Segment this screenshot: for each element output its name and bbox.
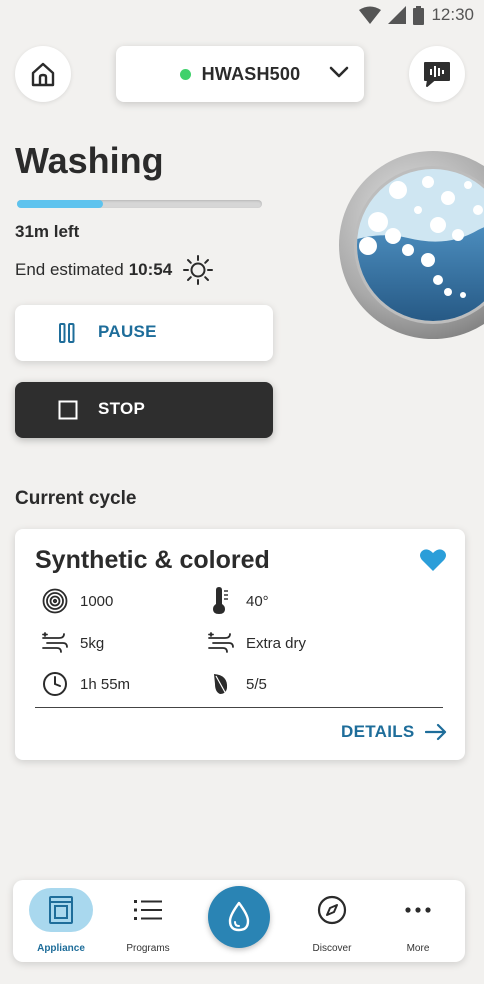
leaf-icon	[207, 670, 235, 698]
arrow-right-icon	[424, 723, 446, 741]
load-param: 5kg	[41, 629, 104, 657]
dry-level-value: Extra dry	[246, 634, 307, 652]
duration-value: 1h 55m	[80, 675, 131, 693]
app-screen: 12:30 HWASH500 Washing 31m left End esti…	[0, 0, 484, 984]
voice-assistant-button[interactable]	[409, 46, 465, 102]
clock-icon	[41, 670, 69, 698]
nav-discover-icon-wrap	[300, 888, 364, 932]
wifi-icon	[359, 6, 382, 24]
eco-rating-value: 5/5	[246, 675, 267, 693]
bottom-nav: Appliance Programs Discover More	[13, 880, 465, 962]
spin-speed-param: 1000	[41, 587, 113, 615]
nav-appliance-label: Appliance	[37, 943, 85, 954]
time-left: 31m left	[15, 222, 80, 241]
home-icon	[31, 62, 55, 87]
compass-icon	[317, 895, 347, 925]
current-cycle-card: Synthetic & colored 1000 40° 5kg Extra d…	[15, 529, 465, 760]
status-time: 12:30	[431, 5, 474, 24]
pause-icon	[59, 323, 75, 343]
sun-icon	[183, 255, 214, 285]
nav-more-icon-wrap	[386, 888, 450, 932]
favorite-heart-icon[interactable]	[419, 548, 447, 572]
details-link[interactable]: DETAILS	[341, 722, 447, 742]
nav-more[interactable]: More	[378, 888, 458, 954]
cycle-name: Synthetic & colored	[35, 546, 270, 574]
end-estimated: End estimated 10:54	[15, 254, 214, 286]
battery-icon	[413, 5, 425, 25]
status-bar: 12:30	[0, 0, 484, 32]
chevron-down-icon	[329, 66, 349, 78]
nav-programs[interactable]: Programs	[108, 888, 188, 954]
end-estimated-time: 10:54	[128, 260, 173, 279]
dry-icon	[41, 629, 69, 657]
details-label: DETAILS	[341, 722, 415, 741]
card-divider	[35, 707, 443, 708]
stop-icon	[58, 400, 78, 420]
nav-programs-label: Programs	[126, 943, 170, 954]
device-online-dot	[179, 68, 191, 80]
dry-level-param: Extra dry	[207, 629, 306, 657]
stop-button[interactable]: STOP	[15, 382, 273, 438]
temperature-value: 40°	[246, 592, 269, 610]
eco-rating-param: 5/5	[207, 670, 267, 698]
stop-label: STOP	[98, 399, 146, 418]
temperature-param: 40°	[207, 587, 269, 615]
spin-speed-value: 1000	[80, 592, 114, 610]
water-action-button[interactable]	[208, 886, 270, 948]
list-icon	[134, 900, 162, 920]
nav-appliance-highlight	[29, 888, 93, 932]
nav-programs-icon-wrap	[116, 888, 180, 932]
nav-discover-label: Discover	[312, 943, 352, 954]
device-name: HWASH500	[201, 63, 301, 84]
nav-discover[interactable]: Discover	[292, 888, 372, 954]
load-value: 5kg	[80, 634, 105, 652]
duration-param: 1h 55m	[41, 670, 130, 698]
nav-more-label: More	[406, 943, 430, 954]
dry-icon	[207, 629, 235, 657]
current-cycle-title: Current cycle	[15, 488, 137, 509]
nav-appliance[interactable]: Appliance	[21, 888, 101, 954]
spin-icon	[41, 587, 69, 615]
thermometer-icon	[207, 587, 235, 615]
water-drop-icon	[228, 901, 250, 932]
cycle-state-title: Washing	[15, 140, 164, 181]
washer-icon	[49, 896, 73, 924]
voice-assistant-icon	[424, 62, 450, 87]
status-icons: 12:30	[359, 5, 474, 25]
more-icon	[405, 907, 431, 913]
progress-fill	[17, 200, 103, 208]
washer-drum-illustration	[339, 151, 484, 339]
pause-button[interactable]: PAUSE	[15, 305, 273, 361]
progress-bar	[17, 200, 262, 208]
signal-icon	[388, 6, 407, 24]
home-button[interactable]	[15, 46, 71, 102]
pause-label: PAUSE	[98, 322, 157, 341]
device-selector[interactable]: HWASH500	[116, 46, 364, 102]
end-estimated-label: End estimated	[15, 260, 124, 279]
